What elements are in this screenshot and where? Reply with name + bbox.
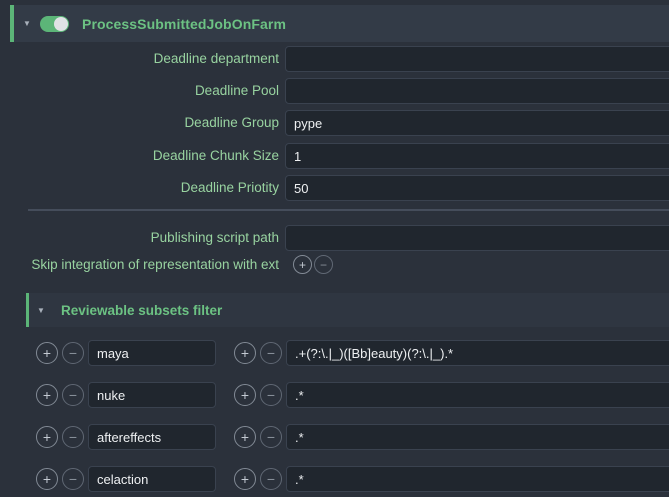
remove-item-button[interactable]: − [314, 255, 333, 274]
deadline-chunk-size-input[interactable] [285, 143, 669, 169]
deadline-pool-input[interactable] [285, 78, 669, 104]
plugin-enabled-toggle[interactable] [40, 16, 69, 32]
filter-value-input[interactable] [286, 424, 669, 450]
filter-row: + − + − [0, 340, 669, 366]
form-row: Deadline Group [0, 110, 669, 136]
filter-key-input[interactable] [88, 466, 216, 492]
filter-value-input[interactable] [286, 382, 669, 408]
filter-value-input[interactable] [286, 466, 669, 492]
add-value-button[interactable]: + [234, 468, 256, 490]
deadline-priority-input[interactable] [285, 175, 669, 201]
deadline-department-input[interactable] [285, 46, 669, 72]
settings-panel: ▼ ProcessSubmittedJobOnFarm Deadline dep… [0, 0, 669, 497]
add-value-button[interactable]: + [234, 384, 256, 406]
section-title: Reviewable subsets filter [61, 303, 222, 318]
plugin-header: ▼ ProcessSubmittedJobOnFarm [10, 5, 669, 42]
remove-value-button[interactable]: − [260, 468, 282, 490]
collapse-arrow-icon[interactable]: ▼ [29, 306, 53, 315]
form-row: Deadline department [0, 46, 669, 72]
add-key-button[interactable]: + [36, 342, 58, 364]
add-value-button[interactable]: + [234, 426, 256, 448]
field-label: Deadline Pool [0, 78, 279, 104]
filter-value-input[interactable] [286, 340, 669, 366]
collapse-arrow-icon[interactable]: ▼ [14, 19, 40, 28]
add-item-button[interactable]: + [293, 255, 312, 274]
field-label: Publishing script path [0, 225, 279, 251]
publishing-script-path-input[interactable] [285, 225, 669, 251]
toggle-knob-icon [54, 17, 68, 31]
form-row: Deadline Priotity [0, 175, 669, 201]
remove-value-button[interactable]: − [260, 342, 282, 364]
add-key-button[interactable]: + [36, 384, 58, 406]
add-key-button[interactable]: + [36, 426, 58, 448]
filter-key-input[interactable] [88, 382, 216, 408]
filter-row: + − + − [0, 466, 669, 492]
filter-row: + − + − [0, 382, 669, 408]
deadline-group-input[interactable] [285, 110, 669, 136]
divider [28, 209, 669, 211]
remove-value-button[interactable]: − [260, 426, 282, 448]
add-key-button[interactable]: + [36, 468, 58, 490]
remove-value-button[interactable]: − [260, 384, 282, 406]
remove-key-button[interactable]: − [62, 342, 84, 364]
form-row: Publishing script path [0, 225, 669, 251]
field-label: Skip integration of representation with … [0, 255, 279, 275]
remove-key-button[interactable]: − [62, 468, 84, 490]
section-header: ▼ Reviewable subsets filter [26, 293, 669, 327]
plugin-title: ProcessSubmittedJobOnFarm [82, 16, 286, 32]
field-label: Deadline Priotity [0, 175, 279, 201]
add-value-button[interactable]: + [234, 342, 256, 364]
field-label: Deadline Chunk Size [0, 143, 279, 169]
field-label: Deadline department [0, 46, 279, 72]
form-row: Deadline Pool [0, 78, 669, 104]
filter-key-input[interactable] [88, 424, 216, 450]
filter-row: + − + − [0, 424, 669, 450]
skip-integration-row: Skip integration of representation with … [0, 255, 669, 275]
filter-key-input[interactable] [88, 340, 216, 366]
form-row: Deadline Chunk Size [0, 143, 669, 169]
field-label: Deadline Group [0, 110, 279, 136]
remove-key-button[interactable]: − [62, 426, 84, 448]
remove-key-button[interactable]: − [62, 384, 84, 406]
